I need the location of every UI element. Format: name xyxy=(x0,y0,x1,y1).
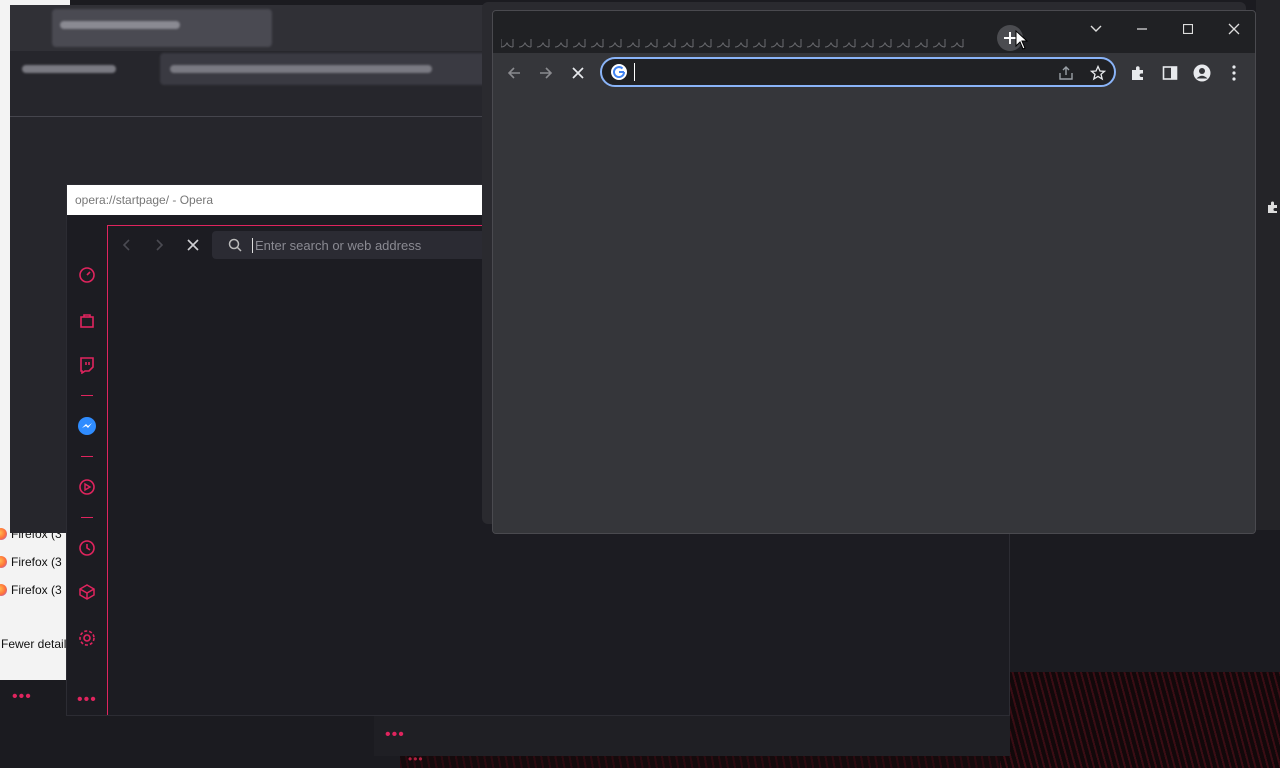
firefox-icon xyxy=(0,584,7,596)
crypto-wallet-icon[interactable] xyxy=(77,582,97,602)
speed-dial-icon[interactable] xyxy=(77,265,97,285)
settings-icon[interactable] xyxy=(77,628,97,648)
tab-search-button[interactable] xyxy=(1073,15,1119,43)
process-row[interactable]: Firefox (3 xyxy=(0,579,68,601)
text-caret xyxy=(634,63,635,81)
background-window-strip xyxy=(374,716,1010,756)
side-panel-button[interactable] xyxy=(1157,60,1183,86)
forward-button[interactable] xyxy=(533,60,559,86)
stop-button[interactable] xyxy=(565,60,591,86)
chrome-page-content xyxy=(493,91,1255,533)
menu-button[interactable] xyxy=(1221,60,1247,86)
more-dots[interactable]: ••• xyxy=(385,726,405,744)
sidebar-divider xyxy=(81,517,93,518)
messenger-icon[interactable] xyxy=(77,416,97,436)
search-icon xyxy=(228,238,242,252)
divider xyxy=(10,116,490,117)
minimize-icon xyxy=(1137,28,1147,30)
close-button[interactable] xyxy=(1211,15,1255,43)
chevron-down-icon xyxy=(1090,25,1102,32)
forward-icon xyxy=(156,239,164,251)
extensions-icon xyxy=(1266,200,1280,217)
close-icon xyxy=(187,239,199,251)
google-icon xyxy=(611,64,627,80)
background-window-edge xyxy=(1256,0,1280,530)
back-button[interactable] xyxy=(116,234,138,256)
side-panel-icon xyxy=(1162,66,1178,80)
maximize-icon xyxy=(1183,24,1193,34)
share-icon[interactable] xyxy=(1056,63,1076,83)
forward-icon xyxy=(540,67,553,79)
extensions-button[interactable] xyxy=(1125,60,1151,86)
maximize-button[interactable] xyxy=(1165,15,1211,43)
blurred-text xyxy=(60,21,180,29)
stop-icon xyxy=(572,67,584,79)
search-input[interactable] xyxy=(252,237,502,253)
back-icon xyxy=(507,67,520,79)
blurred-text xyxy=(170,65,432,73)
back-icon xyxy=(122,239,130,251)
chrome-tab-strip xyxy=(493,11,1255,53)
stop-button[interactable] xyxy=(182,234,204,256)
chrome-toolbar xyxy=(493,53,1255,91)
profile-icon xyxy=(1193,64,1211,82)
mouse-cursor-icon xyxy=(1015,30,1029,50)
process-name: Firefox (3 xyxy=(11,555,62,569)
firefox-icon xyxy=(0,528,7,540)
extensions-icon xyxy=(1132,66,1143,80)
more-dots[interactable]: ••• xyxy=(12,688,32,706)
player-icon[interactable] xyxy=(77,477,97,497)
firefox-icon xyxy=(0,556,7,568)
history-icon[interactable] xyxy=(77,538,97,558)
process-row[interactable]: Firefox (3 xyxy=(0,551,68,573)
minimize-button[interactable] xyxy=(1119,15,1165,43)
address-input[interactable] xyxy=(634,62,1044,82)
menu-icon xyxy=(1232,65,1236,81)
close-icon xyxy=(1228,23,1240,35)
profile-button[interactable] xyxy=(1189,60,1215,86)
sidebar-divider xyxy=(81,456,93,457)
chrome-window xyxy=(492,10,1256,534)
process-name: Firefox (3 xyxy=(11,583,62,597)
shopping-bag-icon[interactable] xyxy=(77,310,97,330)
opera-address-bar[interactable] xyxy=(212,231,512,259)
more-dots: ••• xyxy=(408,752,424,766)
wallpaper-pattern-right xyxy=(1000,672,1280,768)
sidebar-more-button[interactable]: ••• xyxy=(77,691,97,709)
tab-placeholders xyxy=(501,39,964,48)
sidebar-divider xyxy=(81,395,93,396)
blurred-text xyxy=(22,65,116,73)
bookmark-star-icon[interactable] xyxy=(1088,63,1108,83)
forward-button[interactable] xyxy=(148,234,170,256)
opera-sidebar: ••• xyxy=(67,215,107,715)
back-button[interactable] xyxy=(501,60,527,86)
twitch-icon[interactable] xyxy=(77,355,97,375)
omnibox[interactable] xyxy=(600,57,1116,87)
fewer-details-link[interactable]: Fewer details xyxy=(1,637,66,657)
